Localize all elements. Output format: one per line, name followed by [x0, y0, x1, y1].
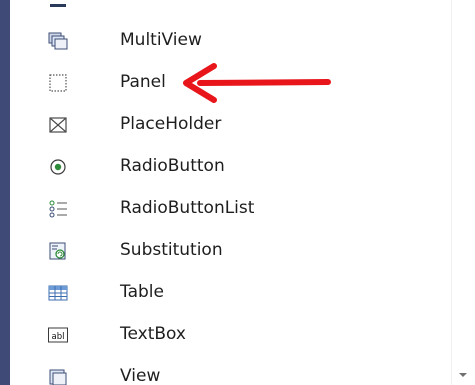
toolbox-item-label: RadioButtonList	[120, 198, 255, 218]
toolbox-item-substitution[interactable]: Substitution	[10, 230, 451, 272]
radiobutton-icon	[50, 159, 66, 175]
textbox-icon-text: abl	[52, 332, 65, 342]
toolbox-item-multiview[interactable]: MultiView	[10, 20, 451, 62]
panel-icon	[49, 74, 67, 92]
toolbox-item-label: TextBox	[120, 324, 186, 344]
scroll-down-arrow-icon[interactable]	[456, 368, 470, 382]
multiview-icon	[48, 32, 68, 50]
substitution-icon	[49, 242, 66, 260]
toolbox-item-label: RadioButton	[120, 156, 225, 176]
toolbox-item-label: Table	[120, 282, 164, 302]
partial-item-icon	[50, 4, 66, 7]
table-icon	[48, 285, 68, 301]
toolbox-item-placeholder[interactable]: PlaceHolder	[10, 104, 451, 146]
vertical-scrollbar[interactable]	[451, 0, 475, 385]
toolbox-item-label: MultiView	[120, 30, 202, 50]
toolbox-item-textbox[interactable]: abl TextBox	[10, 314, 451, 356]
toolbox-item-table[interactable]: Table	[10, 272, 451, 314]
toolbox-item-label: View	[120, 366, 161, 385]
view-icon	[49, 369, 67, 385]
toolbox-item-radiobuttonlist[interactable]: RadioButtonList	[10, 188, 451, 230]
toolbox-item-label: PlaceHolder	[120, 114, 222, 134]
placeholder-icon	[49, 117, 67, 133]
toolbox-item-radiobutton[interactable]: RadioButton	[10, 146, 451, 188]
toolbox-item-view[interactable]: View	[10, 356, 451, 385]
toolbox-list: MultiView Panel PlaceHolder RadioButton	[10, 0, 451, 385]
window-left-border	[0, 0, 10, 385]
textbox-icon: abl	[48, 327, 68, 343]
toolbox-item-label: Panel	[120, 72, 166, 92]
radiobuttonlist-icon	[49, 200, 67, 218]
toolbox-item-label: Substitution	[120, 240, 223, 260]
annotation-arrow	[183, 63, 331, 103]
